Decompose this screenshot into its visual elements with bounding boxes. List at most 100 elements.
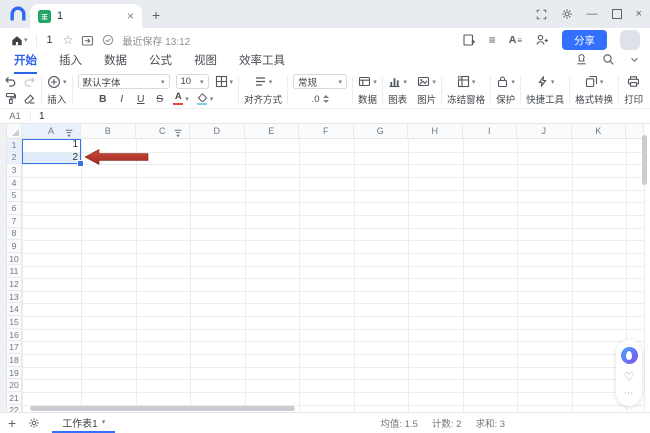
column-header-A[interactable]: A <box>22 124 81 139</box>
menu-tab-5[interactable]: 效率工具 <box>239 52 285 74</box>
column-header-B[interactable]: B <box>81 124 136 139</box>
collapse-ribbon-icon[interactable] <box>629 54 640 65</box>
row-header-11[interactable]: 11 <box>7 266 22 279</box>
protect-group[interactable]: ▾ 保护 <box>496 75 515 106</box>
fill-color-button[interactable]: ▾ <box>197 93 214 105</box>
sheet-tab-active[interactable]: 工作表1 ▾ <box>52 413 115 433</box>
row-header-2[interactable]: 2 <box>7 152 22 165</box>
grid-area[interactable]: ♡ ⋯ ABCDEFGHIJK1234567891011121314151617… <box>0 124 650 412</box>
column-header-I[interactable]: I <box>463 124 518 139</box>
document-tab[interactable]: 1 × <box>30 4 142 28</box>
font-size-select[interactable]: 10▾ <box>176 74 209 89</box>
row-header-12[interactable]: 12 <box>7 278 22 291</box>
quick-tools-group[interactable]: ▾ 快捷工具 <box>526 75 564 106</box>
avatar[interactable] <box>620 30 640 50</box>
invite-collaborator-icon[interactable] <box>535 33 549 47</box>
row-header-19[interactable]: 19 <box>7 367 22 380</box>
move-to-folder-icon[interactable] <box>81 34 94 47</box>
menu-tab-2[interactable]: 数据 <box>104 52 127 74</box>
alignment-group[interactable]: ▾ 对齐方式 <box>244 75 282 106</box>
sheet-manager-icon[interactable] <box>28 417 40 429</box>
menu-tab-3[interactable]: 公式 <box>149 52 172 74</box>
strikethrough-button[interactable]: S <box>154 93 165 105</box>
format-painter-icon[interactable] <box>4 92 17 105</box>
font-color-button[interactable]: A ▾ <box>173 92 189 105</box>
number-format-select[interactable]: 常规▾ <box>293 74 347 89</box>
format-convert-group[interactable]: ▾ 格式转换 <box>575 75 613 106</box>
ai-assistant-icon[interactable] <box>621 347 638 364</box>
new-doc-icon[interactable] <box>462 33 476 47</box>
row-header-20[interactable]: 20 <box>7 379 22 392</box>
settings-gear-icon[interactable] <box>561 8 573 20</box>
row-header-14[interactable]: 14 <box>7 303 22 316</box>
star-favorite-icon[interactable]: ☆ <box>63 34 74 46</box>
decimal-stepper[interactable] <box>323 95 329 103</box>
menu-tab-4[interactable]: 视图 <box>194 52 217 74</box>
column-header-K[interactable]: K <box>572 124 627 139</box>
insert-group[interactable]: ▾ 插入 <box>47 75 67 106</box>
menu-tab-1[interactable]: 插入 <box>59 52 82 74</box>
vertical-scrollbar[interactable] <box>642 135 647 185</box>
add-sheet-button[interactable]: + <box>8 416 16 430</box>
minimize-button[interactable]: — <box>587 9 598 20</box>
menu-tab-0[interactable]: 开始 <box>14 52 37 74</box>
fill-handle[interactable] <box>77 160 84 167</box>
row-header-5[interactable]: 5 <box>7 190 22 203</box>
row-header-6[interactable]: 6 <box>7 202 22 215</box>
row-header-7[interactable]: 7 <box>7 215 22 228</box>
data-group[interactable]: ▾ 数据 <box>358 75 377 106</box>
print-group[interactable]: 打印 <box>624 75 643 106</box>
font-name-select[interactable]: 默认字体▾ <box>78 74 170 89</box>
bold-button[interactable]: B <box>97 93 108 105</box>
app-logo-icon[interactable] <box>9 5 27 23</box>
picture-group[interactable]: ▾ 图片 <box>417 75 436 106</box>
new-tab-button[interactable]: + <box>152 7 160 23</box>
document-name[interactable]: 1 <box>47 34 53 46</box>
row-header-10[interactable]: 10 <box>7 253 22 266</box>
row-header-13[interactable]: 13 <box>7 291 22 304</box>
row-header-9[interactable]: 9 <box>7 240 22 253</box>
undo-icon[interactable] <box>4 75 17 88</box>
formula-input[interactable]: 1 <box>39 111 45 122</box>
workspace-layout-icon[interactable] <box>536 9 547 20</box>
row-header-17[interactable]: 17 <box>7 341 22 354</box>
close-tab-icon[interactable]: × <box>127 10 134 22</box>
row-header-22[interactable]: 22 <box>7 405 22 412</box>
heart-icon[interactable]: ♡ <box>624 371 635 383</box>
row-header-1[interactable]: 1 <box>7 139 22 152</box>
column-header-D[interactable]: D <box>190 124 245 139</box>
italic-button[interactable]: I <box>116 93 127 105</box>
column-header-J[interactable]: J <box>517 124 572 139</box>
maximize-button[interactable] <box>612 9 622 19</box>
select-all-corner[interactable] <box>7 124 22 139</box>
column-header-C[interactable]: C <box>136 124 191 139</box>
cell-name-box[interactable]: A1 <box>0 111 30 122</box>
redo-icon[interactable] <box>23 75 36 88</box>
text-style-icon[interactable]: A≡ <box>509 34 522 46</box>
underline-button[interactable]: U <box>135 93 146 105</box>
menu-list-icon[interactable]: ≡ <box>489 34 496 46</box>
column-header-H[interactable]: H <box>408 124 463 139</box>
column-header-E[interactable]: E <box>245 124 300 139</box>
row-header-4[interactable]: 4 <box>7 177 22 190</box>
more-dots-icon[interactable]: ⋯ <box>624 389 635 399</box>
search-icon[interactable] <box>602 53 615 66</box>
row-header-8[interactable]: 8 <box>7 228 22 241</box>
share-button[interactable]: 分享 <box>562 30 607 50</box>
column-header-G[interactable]: G <box>354 124 409 139</box>
column-header-F[interactable]: F <box>299 124 354 139</box>
stamp-icon[interactable] <box>575 53 588 66</box>
borders-button[interactable]: ▾ <box>215 75 234 88</box>
freeze-group[interactable]: ▾ 冻结窗格 <box>447 75 485 106</box>
row-header-15[interactable]: 15 <box>7 316 22 329</box>
close-window-button[interactable]: × <box>636 9 642 20</box>
row-header-16[interactable]: 16 <box>7 329 22 342</box>
row-header-3[interactable]: 3 <box>7 164 22 177</box>
chart-group[interactable]: ▾ 图表 <box>388 75 407 106</box>
row-header-18[interactable]: 18 <box>7 354 22 367</box>
home-icon[interactable]: ▾ <box>10 34 28 47</box>
insert-plus-icon[interactable] <box>47 75 61 89</box>
horizontal-scrollbar[interactable] <box>30 406 295 411</box>
row-header-21[interactable]: 21 <box>7 392 22 405</box>
eraser-icon[interactable] <box>23 92 36 105</box>
